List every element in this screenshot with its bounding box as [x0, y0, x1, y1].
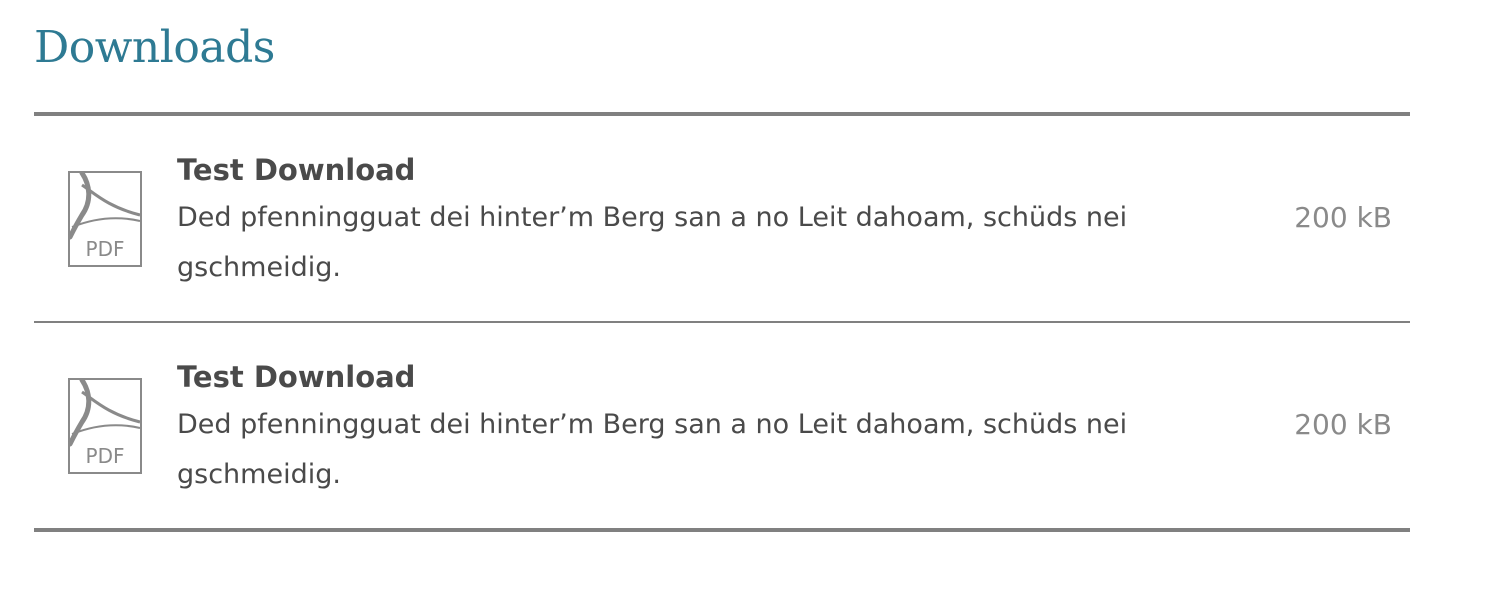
download-title[interactable]: Test Download: [177, 358, 1177, 396]
svg-text:PDF: PDF: [86, 237, 125, 261]
download-title[interactable]: Test Download: [177, 151, 1177, 189]
download-description: Ded pfenningguat dei hinter’m Berg san a…: [177, 202, 1128, 283]
file-size: 200 kB: [1294, 408, 1392, 441]
download-item[interactable]: PDF Test Download Ded pfenningguat dei h…: [34, 321, 1410, 528]
pdf-icon: PDF: [68, 378, 142, 474]
download-text: Test Download Ded pfenningguat dei hinte…: [177, 358, 1177, 500]
download-text: Test Download Ded pfenningguat dei hinte…: [177, 151, 1177, 293]
file-size: 200 kB: [1294, 201, 1392, 234]
download-item[interactable]: PDF Test Download Ded pfenningguat dei h…: [34, 116, 1410, 321]
download-description: Ded pfenningguat dei hinter’m Berg san a…: [177, 409, 1128, 490]
pdf-icon: PDF: [68, 171, 142, 267]
page-title: Downloads: [34, 22, 275, 73]
downloads-list: PDF Test Download Ded pfenningguat dei h…: [34, 112, 1410, 532]
svg-text:PDF: PDF: [86, 444, 125, 468]
